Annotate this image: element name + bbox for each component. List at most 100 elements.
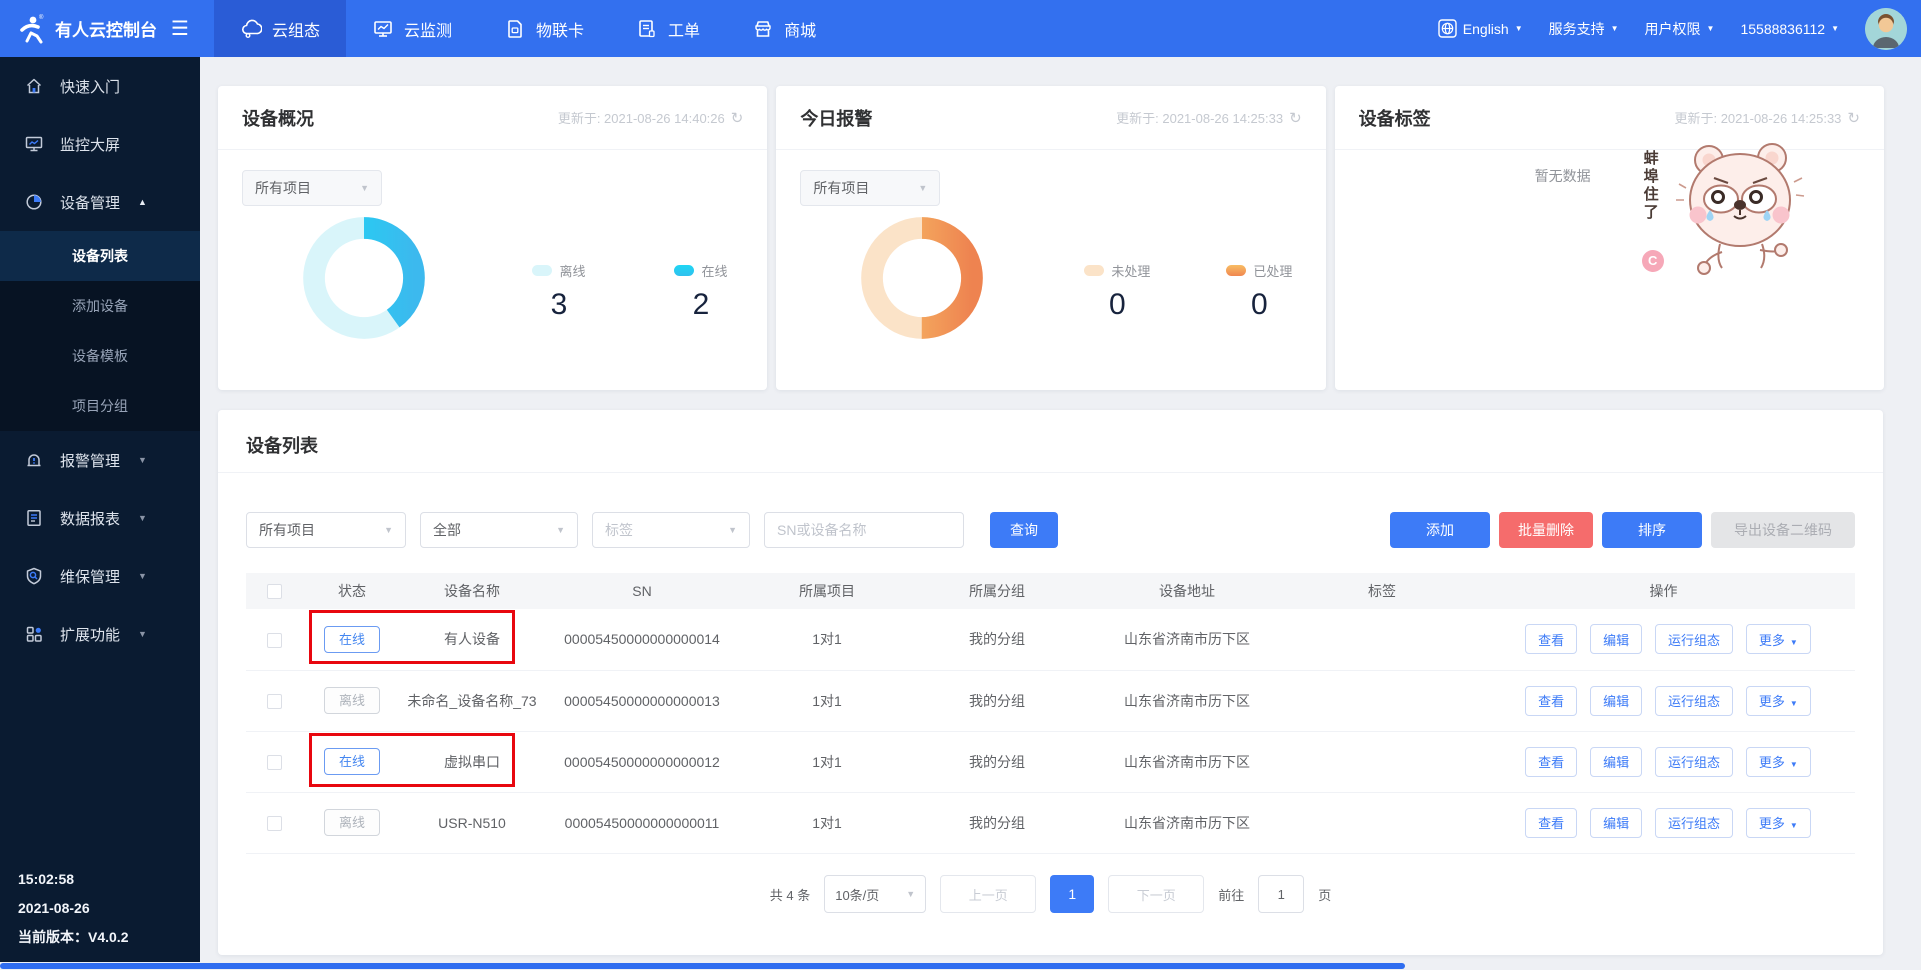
add-device-button[interactable]: 添加 (1390, 512, 1490, 548)
avatar[interactable] (1865, 8, 1907, 50)
sidebar-item-alarm-mgmt[interactable]: 报警管理 ▼ (0, 431, 200, 489)
more-button[interactable]: 更多▼ (1746, 686, 1811, 716)
refresh-icon[interactable]: ↻ (1289, 109, 1302, 127)
current-time: 15:02:58 (18, 865, 128, 894)
refresh-icon[interactable]: ↻ (731, 109, 744, 127)
run-scada-button[interactable]: 运行组态 (1655, 808, 1733, 838)
sort-button[interactable]: 排序 (1602, 512, 1702, 548)
goto-suffix: 页 (1318, 885, 1331, 904)
sidebar-item-device-list[interactable]: 设备列表 (0, 231, 200, 281)
more-button[interactable]: 更多▼ (1746, 624, 1811, 654)
page-size-select[interactable]: 10条/页 ▼ (824, 875, 926, 913)
chevron-down-icon: ▼ (1790, 699, 1798, 708)
submenu-item-label: 添加设备 (72, 296, 128, 316)
legend-label: 已处理 (1253, 261, 1292, 280)
goto-page-input[interactable] (1258, 875, 1304, 913)
table-row: 在线 有人设备 00005450000000000014 1对1 我的分组 山东… (246, 609, 1855, 670)
select-value: 所有项目 (259, 520, 315, 540)
prev-page-button[interactable]: 上一页 (940, 875, 1036, 913)
row-checkbox[interactable] (267, 633, 282, 648)
next-page-button[interactable]: 下一页 (1108, 875, 1204, 913)
no-data-text: 暂无数据 (1535, 166, 1591, 186)
project-filter-select[interactable]: 所有项目 ▼ (246, 512, 406, 548)
device-sn: 00005450000000000012 (542, 731, 742, 792)
alarms-project-select[interactable]: 所有项目 ▼ (800, 170, 940, 206)
select-all-checkbox[interactable] (267, 584, 282, 599)
run-scada-button[interactable]: 运行组态 (1655, 747, 1733, 777)
monitor-chart-icon (372, 18, 394, 40)
run-scada-button[interactable]: 运行组态 (1655, 686, 1733, 716)
view-button[interactable]: 查看 (1525, 747, 1577, 777)
search-button[interactable]: 查询 (990, 512, 1058, 548)
sidebar-item-label: 扩展功能 (60, 624, 120, 645)
device-group: 我的分组 (912, 670, 1082, 731)
brand-title: 有人云控制台 (55, 16, 157, 41)
support-menu[interactable]: 服务支持 ▼ (1549, 19, 1619, 39)
status-badge: 在线 (324, 748, 380, 775)
edit-button[interactable]: 编辑 (1590, 624, 1642, 654)
sidebar-item-project-group[interactable]: 项目分组 (0, 381, 200, 431)
export-qr-button[interactable]: 导出设备二维码 (1711, 512, 1855, 548)
select-value: 全部 (433, 520, 461, 540)
language-selector[interactable]: English ▼ (1438, 19, 1523, 38)
sidebar-item-device-mgmt[interactable]: 设备管理 ▲ (0, 173, 200, 231)
edit-button[interactable]: 编辑 (1590, 747, 1642, 777)
sn-search-input[interactable] (764, 512, 964, 548)
hamburger-icon[interactable]: ☰ (171, 19, 189, 39)
sidebar-item-maintenance[interactable]: 维保管理 ▼ (0, 547, 200, 605)
submenu-item-label: 设备列表 (72, 246, 128, 266)
row-checkbox[interactable] (267, 755, 282, 770)
account-menu[interactable]: 15588836112 ▼ (1740, 21, 1839, 37)
chevron-down-icon: ▼ (1831, 24, 1839, 33)
status-filter-select[interactable]: 全部 ▼ (420, 512, 578, 548)
device-tag (1292, 670, 1472, 731)
sidebar-item-extensions[interactable]: 扩展功能 ▼ (0, 605, 200, 663)
tab-work-order[interactable]: 工单 (610, 0, 726, 57)
chevron-down-icon: ▼ (1515, 24, 1523, 33)
sidebar-footer: 15:02:58 2021-08-26 当前版本：V4.0.2 (18, 865, 128, 952)
tab-cloud-scada[interactable]: 云组态 (214, 0, 346, 57)
device-project: 1对1 (742, 670, 912, 731)
chevron-down-icon: ▼ (728, 525, 737, 535)
horizontal-scrollbar-thumb[interactable] (0, 963, 1405, 969)
col-address: 设备地址 (1082, 573, 1292, 609)
card-title: 设备概况 (242, 105, 314, 131)
device-tag (1292, 792, 1472, 853)
row-checkbox[interactable] (267, 694, 282, 709)
tab-iot-card[interactable]: 物联卡 (478, 0, 610, 57)
edit-button[interactable]: 编辑 (1590, 686, 1642, 716)
edit-button[interactable]: 编辑 (1590, 808, 1642, 838)
sidebar-item-monitor-screen[interactable]: 监控大屏 (0, 115, 200, 173)
tab-cloud-monitor[interactable]: 云监测 (346, 0, 478, 57)
sidebar-item-data-report[interactable]: 数据报表 ▼ (0, 489, 200, 547)
sidebar-item-quick-start[interactable]: 快速入门 (0, 57, 200, 115)
permission-label: 用户权限 (1645, 19, 1701, 39)
view-button[interactable]: 查看 (1525, 686, 1577, 716)
page-1-button[interactable]: 1 (1050, 875, 1094, 913)
chevron-down-icon: ▼ (138, 455, 147, 465)
run-scada-button[interactable]: 运行组态 (1655, 624, 1733, 654)
device-tags-card: 设备标签 更新于: 2021-08-26 14:25:33 ↻ 暂无数据 蚌埠住… (1335, 86, 1884, 390)
row-checkbox[interactable] (267, 816, 282, 831)
permission-menu[interactable]: 用户权限 ▼ (1645, 19, 1715, 39)
support-label: 服务支持 (1549, 19, 1605, 39)
overview-project-select[interactable]: 所有项目 ▼ (242, 170, 382, 206)
sidebar-item-device-template[interactable]: 设备模板 (0, 331, 200, 381)
chevron-down-icon: ▼ (138, 513, 147, 523)
device-group: 我的分组 (912, 609, 1082, 670)
view-button[interactable]: 查看 (1525, 624, 1577, 654)
batch-delete-button[interactable]: 批量删除 (1499, 512, 1593, 548)
more-button[interactable]: 更多▼ (1746, 808, 1811, 838)
current-date: 2021-08-26 (18, 894, 128, 923)
refresh-icon[interactable]: ↻ (1847, 109, 1860, 127)
more-button[interactable]: 更多▼ (1746, 747, 1811, 777)
device-address: 山东省济南市历下区 (1082, 792, 1292, 853)
horizontal-scrollbar-track[interactable] (0, 962, 1921, 970)
tag-filter-select[interactable]: 标签 ▼ (592, 512, 750, 548)
col-project: 所属项目 (742, 573, 912, 609)
sidebar-item-add-device[interactable]: 添加设备 (0, 281, 200, 331)
view-button[interactable]: 查看 (1525, 808, 1577, 838)
tab-mall[interactable]: 商城 (726, 0, 842, 57)
panel-title: 设备列表 (246, 432, 318, 458)
more-label: 更多 (1759, 816, 1785, 831)
